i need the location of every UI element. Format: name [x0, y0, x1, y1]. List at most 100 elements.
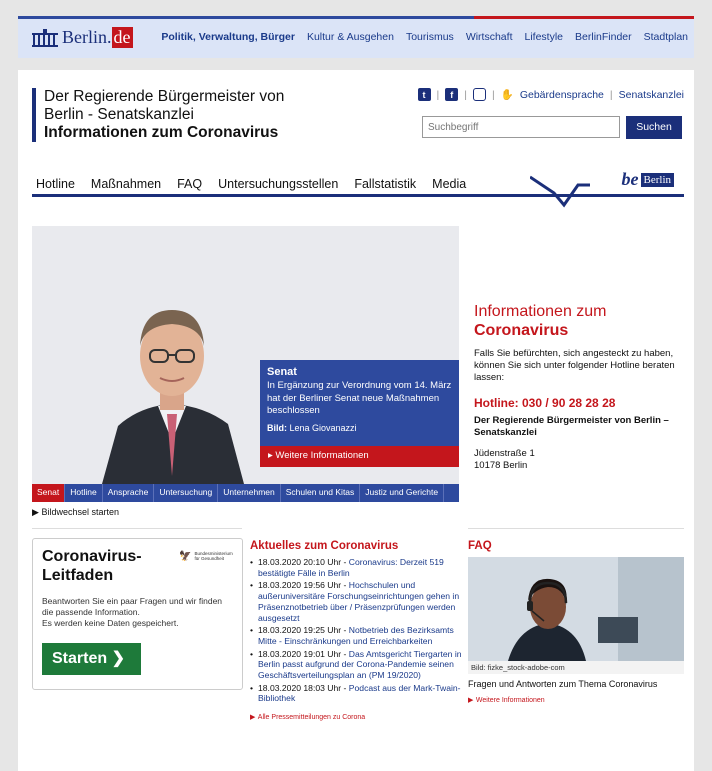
twitter-icon[interactable]: t	[417, 88, 431, 101]
portal-nav-links: Politik, Verwaltung, Bürger Kultur & Aus…	[161, 31, 688, 43]
topnav-link-lifestyle[interactable]: Lifestyle	[524, 31, 563, 43]
zigzag-decoration	[530, 175, 590, 208]
page-title-line1: Der Regierende Bürgermeister von	[44, 88, 285, 105]
info-title-line1: Informationen zum	[474, 303, 607, 320]
slideshow-start-link[interactable]: ▶ Bildwechsel starten	[32, 507, 119, 518]
be-berlin-logo[interactable]: be Berlin	[621, 169, 674, 190]
nav-item-media[interactable]: Media	[432, 177, 466, 191]
sign-language-link[interactable]: Gebärdensprache	[520, 89, 604, 101]
address-street: Jüdenstraße 1	[474, 448, 535, 459]
section-divider	[468, 528, 684, 529]
topnav-link-tourismus[interactable]: Tourismus	[406, 31, 454, 43]
tab-justiz[interactable]: Justiz und Gerichte	[360, 484, 445, 502]
nav-item-untersuchungsstellen[interactable]: Untersuchungsstellen	[218, 177, 338, 191]
divider: |	[436, 88, 440, 101]
news-section: Aktuelles zum Coronavirus 18.03.2020 20:…	[250, 540, 470, 724]
facebook-icon[interactable]: f	[445, 88, 459, 101]
news-date: 18.03.2020 18:03 Uhr -	[258, 682, 349, 693]
topnav-link-wirtschaft[interactable]: Wirtschaft	[466, 31, 513, 43]
faq-more-link[interactable]: ▶ Weitere Informationen	[468, 694, 545, 704]
topnav-link-politik[interactable]: Politik, Verwaltung, Bürger	[161, 31, 295, 43]
topnav-link-kultur[interactable]: Kultur & Ausgehen	[307, 31, 394, 43]
page-title-line2: Berlin - Senatskanzlei	[44, 106, 194, 123]
info-text: Falls Sie befürchten, sich angesteckt zu…	[474, 348, 675, 383]
nav-item-fallstatistik[interactable]: Fallstatistik	[354, 177, 416, 191]
nav-item-faq[interactable]: FAQ	[177, 177, 202, 191]
slideshow-start-label: Bildwechsel starten	[41, 507, 119, 517]
social-bar: t | f | | ✋ Gebärdensprache | Senatskanz…	[417, 88, 684, 101]
leitfaden-box: Coronavirus- Leitfaden 🦅 Bundesministeri…	[32, 538, 243, 690]
faq-heading: FAQ	[468, 540, 492, 552]
list-item: 18.03.2020 20:10 Uhr - Coronavirus: Derz…	[250, 557, 470, 578]
leitfaden-description: Beantworten Sie ein paar Fragen und wir …	[42, 596, 232, 629]
tab-senat[interactable]: Senat	[32, 484, 66, 502]
brandenburg-gate-icon	[32, 28, 58, 47]
tab-untersuchung[interactable]: Untersuchung	[154, 484, 219, 502]
nav-item-hotline[interactable]: Hotline	[36, 177, 75, 191]
news-date: 18.03.2020 19:56 Uhr -	[258, 580, 349, 591]
nav-item-massnahmen[interactable]: Maßnahmen	[91, 177, 161, 191]
tab-schulen-kitas[interactable]: Schulen und Kitas	[281, 484, 361, 502]
caption-more-link[interactable]: ▸ Weitere Informationen	[260, 446, 459, 467]
divider: |	[492, 88, 495, 101]
tab-hotline[interactable]: Hotline	[65, 484, 103, 502]
list-item: 18.03.2020 19:25 Uhr - Notbetrieb des Be…	[250, 625, 470, 646]
hotline-number: Hotline: 030 / 90 28 28 28	[474, 396, 616, 410]
caption-more-label: Weitere Informationen	[275, 450, 369, 461]
page-title-block[interactable]: Der Regierende Bürgermeister von Berlin …	[32, 88, 284, 142]
start-button[interactable]: Starten ❯	[42, 643, 141, 675]
leitfaden-desc-line2: Es werden keine Daten gespeichert.	[42, 618, 179, 628]
ministry-logo-text: Bundesministerium für Gesundheit	[194, 551, 232, 562]
faq-image-credit: Bild: fizke_stock-adobe-com	[468, 661, 684, 674]
caption-title: Senat	[267, 366, 297, 378]
be-logo-text: be	[621, 169, 639, 189]
berlin-logo-text: Berlin	[640, 172, 674, 187]
ministry-logo: 🦅 Bundesministerium für Gesundheit	[179, 551, 237, 562]
search-button[interactable]: Suchen	[626, 116, 682, 139]
search-input[interactable]	[422, 116, 620, 138]
list-item: 18.03.2020 19:56 Uhr - Hochschulen und a…	[250, 580, 470, 623]
logo-brand-text: Berlin.	[62, 27, 112, 47]
caption-credit: Bild: Lena Giovanazzi	[267, 423, 453, 433]
sign-language-icon: ✋	[500, 89, 514, 101]
topnav-link-stadtplan[interactable]: Stadtplan	[644, 31, 688, 43]
info-title-line2: Coronavirus	[474, 322, 569, 339]
caption-body: In Ergänzung zur Verordnung vom 14. März…	[267, 380, 452, 416]
address-city: 10178 Berlin	[474, 460, 528, 471]
caption-credit-label: Bild:	[267, 422, 287, 433]
arrow-right-icon: ▶	[250, 714, 256, 722]
list-item: 18.03.2020 19:01 Uhr - Das Amtsgericht T…	[250, 649, 470, 681]
news-date: 18.03.2020 19:25 Uhr -	[258, 625, 349, 636]
logo-tld-text: de	[111, 27, 133, 48]
leitfaden-title-line2: Leitfaden	[42, 567, 114, 584]
slideshow-tabs: Senat Hotline Ansprache Untersuchung Unt…	[32, 484, 459, 502]
berlin-de-logo[interactable]: Berlin. de	[32, 27, 133, 48]
instagram-icon[interactable]	[473, 88, 487, 101]
page-title: Informationen zum Coronavirus	[44, 124, 279, 141]
news-heading: Aktuelles zum Coronavirus	[250, 540, 399, 552]
topnav-link-berlinfinder[interactable]: BerlinFinder	[575, 31, 632, 43]
all-press-releases-link[interactable]: ▶ Alle Pressemitteilungen zu Corona	[250, 711, 365, 721]
federal-eagle-icon: 🦅	[179, 551, 192, 562]
tab-unternehmen[interactable]: Unternehmen	[218, 484, 281, 502]
hero-slideshow[interactable]: Senat In Ergänzung zur Verordnung vom 14…	[32, 226, 459, 484]
all-press-releases-label: Alle Pressemitteilungen zu Corona	[257, 714, 366, 722]
main-panel: Der Regierende Bürgermeister von Berlin …	[18, 70, 694, 771]
leitfaden-title: Coronavirus- Leitfaden	[42, 547, 142, 585]
main-nav: Hotline Maßnahmen FAQ Untersuchungsstell…	[36, 177, 466, 191]
news-list: 18.03.2020 20:10 Uhr - Coronavirus: Derz…	[250, 557, 470, 704]
news-date: 18.03.2020 19:01 Uhr -	[258, 648, 349, 659]
tab-ansprache[interactable]: Ansprache	[103, 484, 155, 502]
arrow-right-icon: ▶	[468, 697, 474, 704]
caption-credit-name: Lena Giovanazzi	[289, 422, 357, 433]
faq-text: Fragen und Antworten zum Thema Coronavir…	[468, 679, 658, 689]
call-center-photo	[468, 557, 684, 661]
senatskanzlei-link[interactable]: Senatskanzlei	[619, 89, 684, 101]
info-address: Jüdenstraße 1 10178 Berlin	[474, 448, 682, 472]
leitfaden-desc-line1: Beantworten Sie ein paar Fragen und wir …	[42, 596, 223, 617]
news-date: 18.03.2020 20:10 Uhr -	[258, 557, 349, 567]
divider: |	[609, 88, 613, 101]
faq-image[interactable]	[468, 557, 684, 661]
topnav-accent-line	[474, 16, 694, 19]
divider: |	[464, 88, 468, 101]
